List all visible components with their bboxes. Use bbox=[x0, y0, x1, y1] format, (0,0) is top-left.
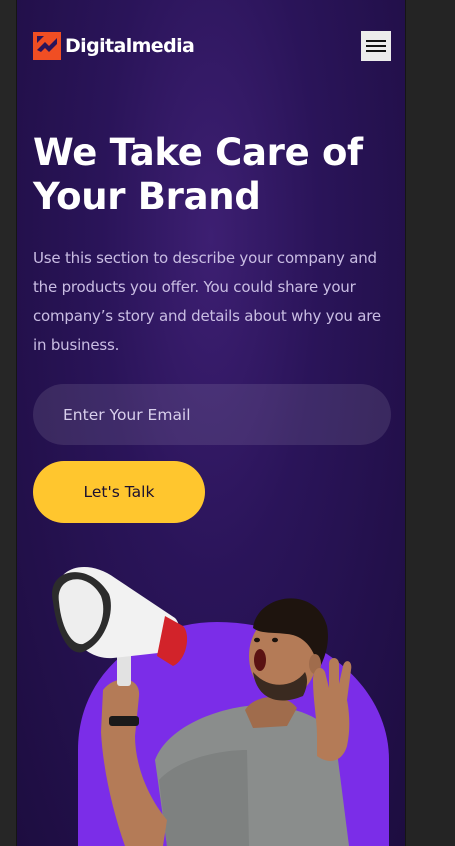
menu-line bbox=[366, 50, 386, 52]
person-wristwatch bbox=[109, 716, 139, 726]
hero-title-line1: We Take Care of bbox=[33, 131, 363, 174]
hero-title: We Take Care of Your Brand bbox=[33, 131, 383, 219]
hero-description: Use this section to describe your compan… bbox=[33, 249, 381, 354]
landing-page: Digitalmedia We Take Care of Your Brand … bbox=[16, 0, 406, 846]
person-eye bbox=[272, 637, 278, 643]
brand-name: Digitalmedia bbox=[65, 35, 195, 57]
menu-line bbox=[366, 40, 386, 42]
hamburger-menu-icon[interactable] bbox=[361, 31, 391, 61]
menu-line bbox=[366, 45, 386, 47]
person-mouth bbox=[254, 649, 266, 671]
person-eye bbox=[254, 637, 260, 643]
email-field[interactable] bbox=[33, 384, 391, 445]
hero-image-megaphone-man bbox=[52, 567, 389, 846]
page-scrollbar[interactable] bbox=[406, 0, 455, 846]
diamond-arrow-logo-icon bbox=[33, 32, 61, 60]
lets-talk-button[interactable]: Let's Talk bbox=[33, 461, 205, 523]
person-raised-hand bbox=[313, 658, 352, 761]
brand-logo[interactable]: Digitalmedia bbox=[33, 31, 195, 61]
hero-title-line2: Your Brand bbox=[33, 175, 261, 218]
